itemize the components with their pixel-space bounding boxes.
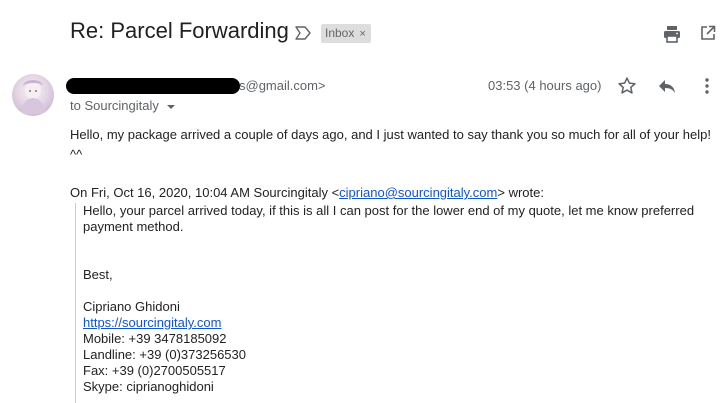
quote-bar [75, 203, 76, 403]
sender-avatar [12, 74, 54, 116]
inbox-label-chip[interactable]: Inbox × [321, 24, 371, 43]
signature-name: Cipriano Ghidoni [83, 299, 180, 314]
signature-mobile: Mobile: +39 3478185092 [83, 331, 227, 346]
quoted-closing: Best, [83, 267, 113, 282]
quote-sender-email-link[interactable]: cipriano@sourcingitaly.com [339, 185, 497, 200]
email-subject: Re: Parcel Forwarding [70, 18, 289, 43]
message-timestamp: 03:53 (4 hours ago) [488, 78, 602, 93]
chevron-down-icon[interactable] [166, 104, 175, 109]
signature-landline: Landline: +39 (0)373256530 [83, 347, 247, 362]
more-vert-icon[interactable] [701, 77, 713, 95]
signature-website-link[interactable]: https://sourcingitaly.com [83, 315, 221, 330]
quote-attribution: On Fri, Oct 16, 2020, 10:04 AM Sourcingi… [70, 185, 544, 200]
open-in-new-window-icon[interactable] [700, 25, 716, 41]
star-icon[interactable] [617, 76, 637, 96]
recipient-text: to Sourcingitaly [70, 98, 159, 113]
quote-attribution-prefix: On Fri, Oct 16, 2020, 10:04 AM Sourcingi… [70, 185, 340, 200]
message-body: Hello, my package arrived a couple of da… [70, 127, 711, 162]
sender-email: s@gmail.com> [239, 78, 326, 93]
signature-skype: Skype: ciprianoghidoni [83, 379, 214, 394]
sender-name-redacted [66, 78, 240, 94]
quoted-message: Hello, your parcel arrived today, if thi… [83, 203, 713, 395]
remove-label-icon[interactable]: × [359, 28, 365, 40]
important-marker-icon[interactable] [294, 25, 312, 41]
inbox-label-text: Inbox [325, 26, 355, 40]
print-icon[interactable] [663, 25, 681, 43]
reply-icon[interactable] [657, 77, 677, 95]
signature-fax: Fax: +39 (0)2700505517 [83, 363, 226, 378]
quote-attribution-suffix: > wrote: [497, 185, 544, 200]
recipient-line[interactable]: to Sourcingitaly [70, 98, 175, 113]
quoted-line: Hello, your parcel arrived today, if thi… [83, 203, 695, 234]
